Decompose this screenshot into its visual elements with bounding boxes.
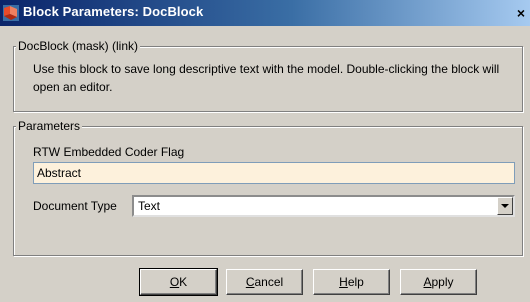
window-title: Block Parameters: DocBlock <box>23 4 204 19</box>
chevron-down-icon <box>501 204 509 208</box>
apply-mnemonic: A <box>423 275 432 289</box>
simulink-block-icon <box>3 5 19 21</box>
mask-groupbox-legend: DocBlock (mask) (link) <box>16 39 141 53</box>
rtw-flag-label: RTW Embedded Coder Flag <box>33 145 185 159</box>
ok-button[interactable]: OK <box>139 268 218 296</box>
document-type-label: Document Type <box>33 199 117 213</box>
ok-label-rest: K <box>179 275 188 289</box>
block-description: Use this block to save long descriptive … <box>33 62 500 94</box>
ok-mnemonic: O <box>169 275 180 289</box>
title-bar[interactable]: Block Parameters: DocBlock × <box>0 0 530 26</box>
parameters-groupbox-legend: Parameters <box>16 119 83 133</box>
apply-button[interactable]: Apply <box>400 269 477 295</box>
close-button[interactable]: × <box>512 3 530 23</box>
cancel-label-rest: ancel <box>254 275 284 289</box>
help-button[interactable]: Help <box>313 269 390 295</box>
dialog-window: Block Parameters: DocBlock × DocBlock (m… <box>0 0 530 302</box>
close-icon: × <box>516 5 526 21</box>
help-label-rest: elp <box>347 275 364 289</box>
document-type-select[interactable]: Text <box>132 195 515 217</box>
document-type-value: Text <box>138 199 161 213</box>
rtw-flag-value: Abstract <box>37 166 82 180</box>
help-mnemonic: H <box>339 275 348 289</box>
rtw-flag-input[interactable]: Abstract <box>33 162 515 184</box>
apply-label-rest: pply <box>431 275 454 289</box>
cancel-button[interactable]: Cancel <box>226 269 303 295</box>
document-type-dropdown-button[interactable] <box>497 197 513 215</box>
